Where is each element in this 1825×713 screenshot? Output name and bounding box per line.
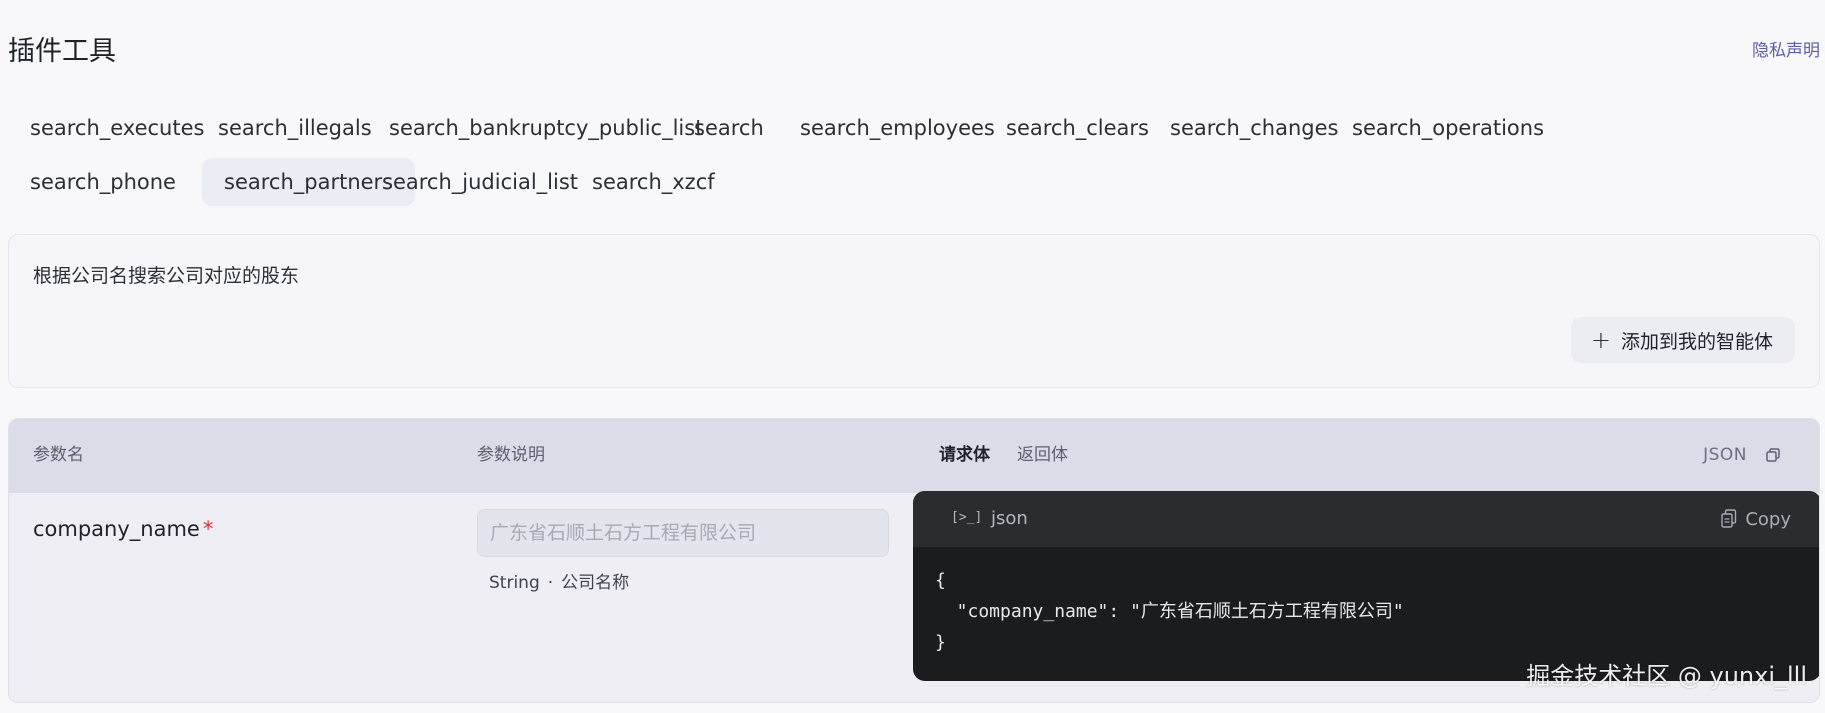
parameters-header: 参数名 参数说明 请求体 返回体 JSON [9, 419, 1819, 493]
plus-icon: + [1590, 326, 1611, 354]
code-language: json [991, 508, 1028, 529]
code-line: { [935, 570, 946, 591]
tab-row-1: search_executes search_illegals search_b… [8, 104, 1820, 156]
add-to-my-agent-button[interactable]: + 添加到我的智能体 [1570, 317, 1795, 363]
tab-search-employees[interactable]: search_employees [778, 104, 1017, 152]
tab-search-executes[interactable]: search_executes [8, 104, 226, 152]
tab-search-changes[interactable]: search_changes [1148, 104, 1360, 152]
param-type: String [489, 573, 540, 593]
tab-search-judicial-list[interactable]: search_judicial_list [360, 158, 600, 206]
tool-description: 根据公司名搜索公司对应的股东 [33, 265, 300, 287]
tool-tabs: search_executes search_illegals search_b… [8, 104, 1820, 210]
code-block-header: [>_] json Copy [913, 491, 1819, 547]
tab-search-xzcf[interactable]: search_xzcf [570, 158, 737, 206]
column-param-name: 参数名 [33, 445, 84, 465]
code-block: [>_] json Copy { "company_name": "广东省石顺土… [913, 491, 1819, 681]
watermark: 掘金技术社区 @ yunxi_lll [1526, 662, 1807, 690]
terminal-icon: [>_] [951, 510, 983, 525]
page-header: 插件工具 隐私声明 [8, 32, 1820, 72]
add-to-my-agent-label: 添加到我的智能体 [1620, 330, 1773, 353]
required-mark: * [202, 517, 214, 541]
column-param-desc: 参数说明 [477, 445, 545, 465]
copy-json-icon[interactable] [1765, 447, 1781, 463]
param-name: company_name * [33, 515, 213, 543]
param-name-text: company_name [33, 517, 200, 541]
code-body: { "company_name": "广东省石顺土石方工程有限公司"} [935, 565, 1404, 658]
code-line: } [935, 632, 946, 653]
format-label: JSON [1703, 445, 1747, 465]
copy-label: Copy [1745, 508, 1791, 530]
plugin-tool-page: 插件工具 隐私声明 search_executes search_illegal… [0, 0, 1825, 713]
copy-icon [1721, 509, 1737, 528]
tab-search-phone[interactable]: search_phone [8, 158, 198, 206]
copy-code-button[interactable]: Copy [1721, 505, 1791, 533]
tab-search-clears[interactable]: search_clears [984, 104, 1171, 152]
tab-search-illegals[interactable]: search_illegals [196, 104, 394, 152]
param-description: 公司名称 [561, 573, 630, 593]
tab-search[interactable]: search [672, 104, 786, 152]
page-title: 插件工具 [8, 36, 116, 67]
param-meta: String · 公司名称 [489, 571, 629, 595]
tab-response-body[interactable]: 返回体 [1017, 443, 1068, 467]
company-name-input[interactable] [477, 509, 889, 557]
code-line: "company_name": "广东省石顺土石方工程有限公司" [935, 601, 1404, 622]
tool-description-card: 根据公司名搜索公司对应的股东 + 添加到我的智能体 [8, 234, 1820, 388]
privacy-statement-link[interactable]: 隐私声明 [1752, 40, 1820, 62]
param-meta-separator: · [547, 573, 554, 593]
tab-search-operations[interactable]: search_operations [1330, 104, 1566, 152]
tab-row-2: search_phone search_partners search_judi… [8, 158, 1820, 210]
tab-request-body[interactable]: 请求体 [939, 443, 990, 467]
